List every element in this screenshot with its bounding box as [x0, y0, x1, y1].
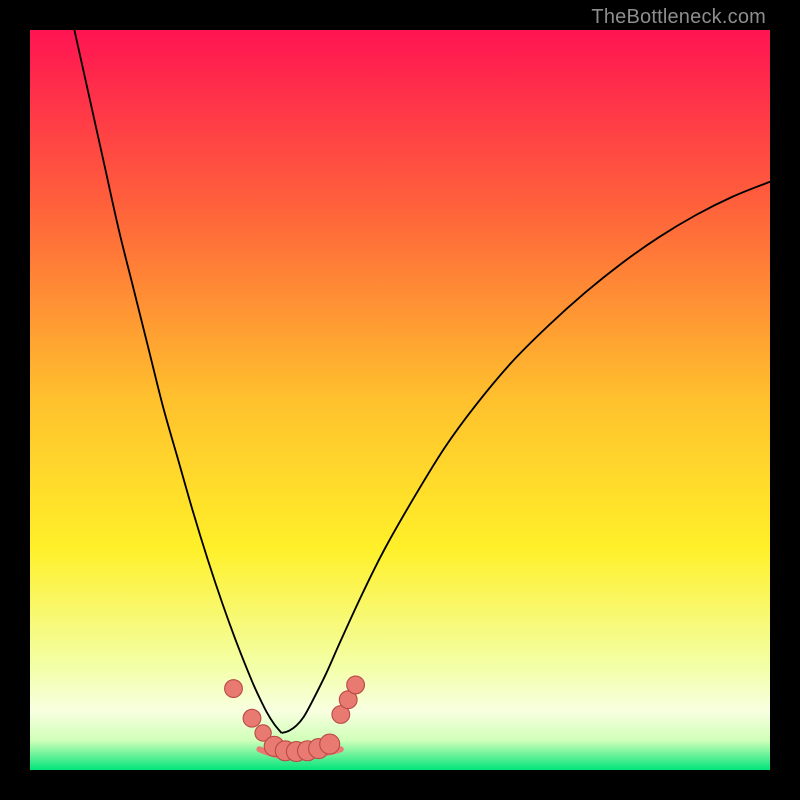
chart-plot-area	[30, 30, 770, 770]
curve-right-arm	[282, 182, 770, 733]
data-marker	[347, 676, 365, 694]
data-marker	[225, 680, 243, 698]
watermark-text: TheBottleneck.com	[591, 6, 766, 29]
curve-left-arm	[74, 30, 281, 733]
chart-frame: TheBottleneck.com	[0, 0, 800, 800]
data-marker	[243, 709, 261, 727]
chart-curve-layer	[30, 30, 770, 770]
data-marker	[320, 734, 340, 754]
